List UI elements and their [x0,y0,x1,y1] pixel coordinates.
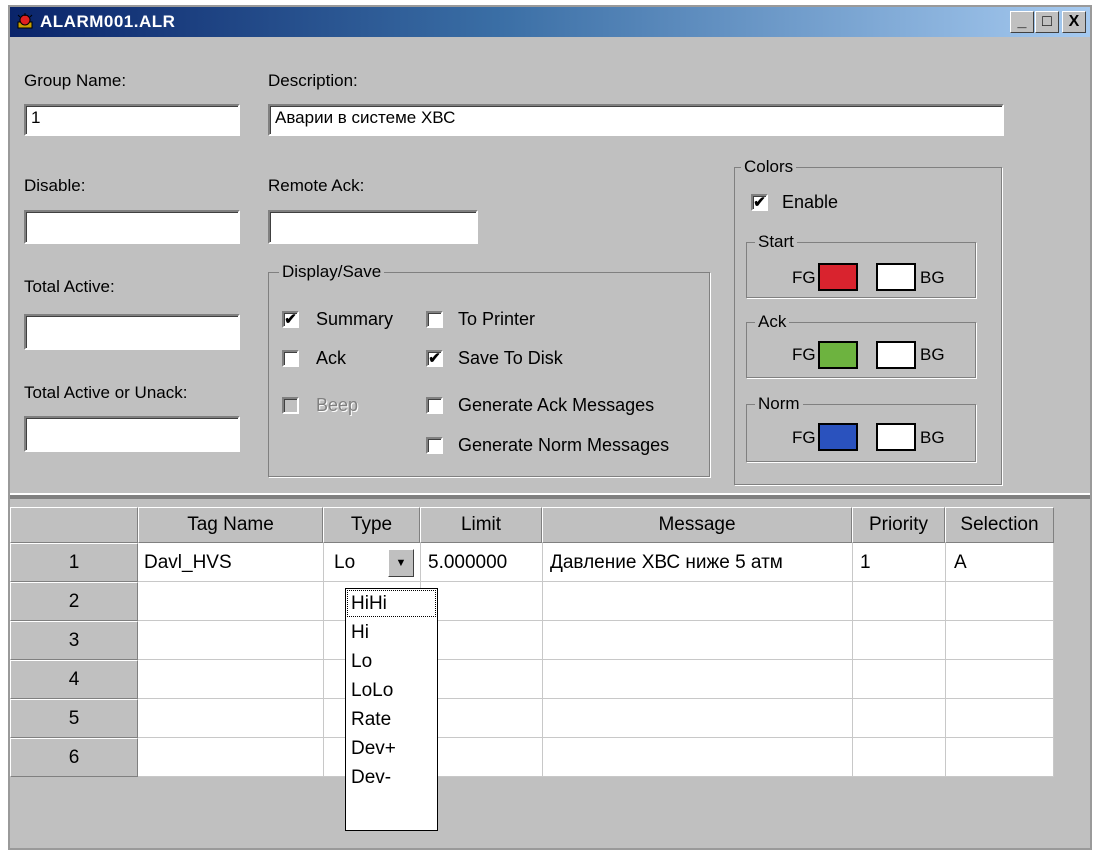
to-printer-checkbox[interactable] [426,311,443,328]
col-header-type[interactable]: Type [323,507,420,543]
title-bar[interactable]: ALARM001.ALR _ □ X [10,7,1090,37]
ack-fg-label: FG [792,345,816,364]
ack-bg-swatch[interactable] [876,341,916,369]
total-active-unack-field[interactable] [24,416,240,452]
type-option-dev-plus[interactable]: Dev+ [346,734,437,763]
group-name-label: Group Name: [24,71,127,90]
ack-fg-swatch[interactable] [818,341,858,369]
row-header[interactable]: 3 [10,621,138,660]
total-active-unack-label: Total Active or Unack: [24,383,188,402]
row-header[interactable]: 4 [10,660,138,699]
row-header[interactable]: 1 [10,543,138,582]
norm-fg-swatch[interactable] [818,423,858,451]
to-printer-label: To Printer [458,309,536,329]
total-active-label: Total Active: [24,277,115,296]
type-dropdown-list[interactable]: HiHi Hi Lo LoLo Rate Dev+ Dev- [345,588,438,831]
minimize-button[interactable]: _ [1010,11,1034,33]
colors-legend: Colors [741,157,797,177]
type-option-hi[interactable]: Hi [346,618,437,647]
type-option-lolo[interactable]: LoLo [346,676,437,705]
disable-label: Disable: [24,176,86,195]
alarm-grid: Tag Name Type Limit Message Priority Sel… [10,499,1090,848]
cell-selection[interactable]: A [948,543,967,582]
generate-ack-messages-label: Generate Ack Messages [458,395,655,415]
alarm-window: ALARM001.ALR _ □ X Group Name: 1 Descrip… [8,5,1092,850]
colors-enable-label: Enable [782,192,839,212]
save-to-disk-label: Save To Disk [458,348,563,368]
disable-field[interactable] [24,210,240,244]
start-bg-swatch[interactable] [876,263,916,291]
col-header-priority[interactable]: Priority [852,507,945,543]
summary-checkbox[interactable]: ✔ [282,311,299,328]
description-field[interactable]: Аварии в системе ХВС [268,104,1004,136]
generate-ack-messages-checkbox[interactable] [426,397,443,414]
type-option-rate[interactable]: Rate [346,705,437,734]
grid-corner[interactable] [10,507,138,543]
group-name-field[interactable]: 1 [24,104,240,136]
norm-bg-label: BG [920,428,945,447]
cell-limit[interactable]: 5.000000 [422,543,507,582]
beep-checkbox [282,397,299,414]
start-fg-swatch[interactable] [818,263,858,291]
generate-norm-messages-checkbox[interactable] [426,437,443,454]
close-button[interactable]: X [1062,11,1086,33]
row-header[interactable]: 5 [10,699,138,738]
col-header-tag-name[interactable]: Tag Name [138,507,323,543]
display-save-legend: Display/Save [279,262,385,282]
type-option-hihi[interactable]: HiHi [346,589,437,618]
type-option-dev-minus[interactable]: Dev- [346,763,437,792]
maximize-button[interactable]: □ [1035,11,1059,33]
description-label: Description: [268,71,358,90]
generate-norm-messages-label: Generate Norm Messages [458,435,670,455]
type-option-lo[interactable]: Lo [346,647,437,676]
cell-priority[interactable]: 1 [854,543,871,582]
row-header[interactable]: 2 [10,582,138,621]
alarm-app-icon [17,13,33,29]
ack-label: Ack [316,348,347,368]
window-title: ALARM001.ALR [40,12,176,31]
ack-legend: Ack [755,312,790,332]
ack-bg-label: BG [920,345,945,364]
remote-ack-label: Remote Ack: [268,176,365,195]
summary-label: Summary [316,309,394,329]
norm-bg-swatch[interactable] [876,423,916,451]
col-header-limit[interactable]: Limit [420,507,542,543]
col-header-message[interactable]: Message [542,507,852,543]
grid-cells[interactable]: Davl_HVS Lo ▼ 5.000000 Давление ХВС ниже… [138,543,1054,777]
start-legend: Start [755,232,797,252]
col-header-selection[interactable]: Selection [945,507,1054,543]
colors-enable-checkbox[interactable]: ✔ [751,194,768,211]
row-header[interactable]: 6 [10,738,138,777]
beep-label: Beep [316,395,359,415]
norm-legend: Norm [755,394,803,414]
type-dropdown-button[interactable]: ▼ [388,549,414,577]
start-bg-label: BG [920,268,945,287]
save-to-disk-checkbox[interactable]: ✔ [426,350,443,367]
cell-message[interactable]: Давление ХВС ниже 5 атм [544,543,783,582]
ack-checkbox[interactable] [282,350,299,367]
remote-ack-field[interactable] [268,210,478,244]
start-fg-label: FG [792,268,816,287]
norm-fg-label: FG [792,428,816,447]
total-active-field[interactable] [24,314,240,350]
cell-tag-name[interactable]: Davl_HVS [138,543,232,582]
cell-type[interactable]: Lo [328,543,355,582]
